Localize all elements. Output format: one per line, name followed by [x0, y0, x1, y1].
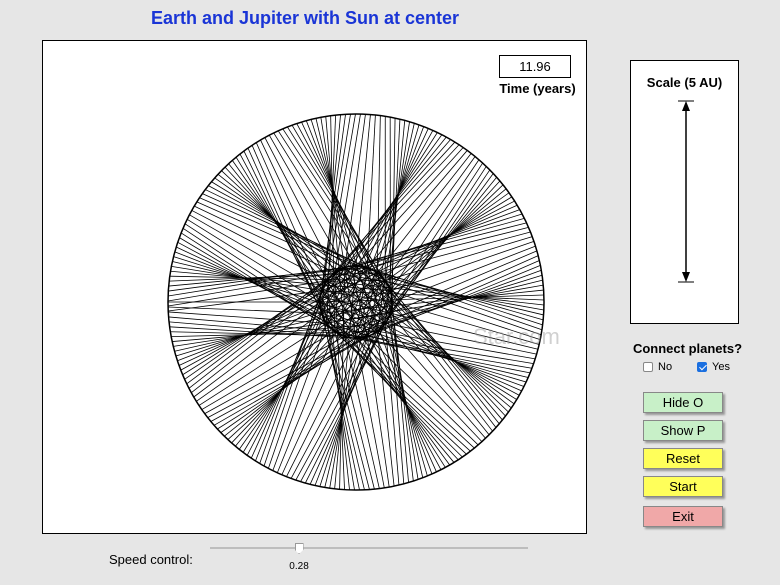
simulation-canvas: Star.com: [42, 40, 587, 534]
yes-label: Yes: [712, 361, 730, 373]
exit-button[interactable]: Exit: [643, 506, 723, 527]
hide-orbits-button[interactable]: Hide O: [643, 392, 723, 413]
speed-slider-thumb[interactable]: [294, 543, 304, 554]
connect-option-yes[interactable]: Yes: [697, 361, 730, 373]
connection-line: [376, 115, 381, 273]
connection-lines: [167, 113, 545, 491]
page-title: Earth and Jupiter with Sun at center: [150, 8, 460, 28]
no-label: No: [658, 361, 673, 373]
connection-line: [201, 330, 335, 410]
speed-slider-track[interactable]: [210, 547, 528, 549]
speed-control-label: Speed control:: [109, 552, 193, 567]
yes-checkbox[interactable]: [697, 362, 707, 372]
connect-option-no[interactable]: No: [643, 361, 672, 373]
no-checkbox[interactable]: [643, 362, 653, 372]
connection-line: [376, 173, 494, 332]
speed-slider-value: 0.28: [289, 561, 309, 572]
connection-line: [255, 280, 328, 462]
scale-panel: Scale (5 AU): [630, 60, 739, 324]
scale-arrow-icon: [678, 100, 694, 283]
watermark: Star.com: [473, 324, 560, 349]
time-readout: 11.96: [499, 55, 571, 78]
connection-line: [273, 132, 357, 267]
time-label: Time (years): [499, 81, 576, 96]
connect-planets-label: Connect planets?: [632, 341, 743, 356]
orbit-drawing: [167, 113, 545, 491]
reset-button[interactable]: Reset: [643, 448, 723, 469]
start-button[interactable]: Start: [643, 476, 723, 497]
show-planets-button[interactable]: Show P: [643, 420, 723, 441]
connection-line: [385, 236, 533, 282]
